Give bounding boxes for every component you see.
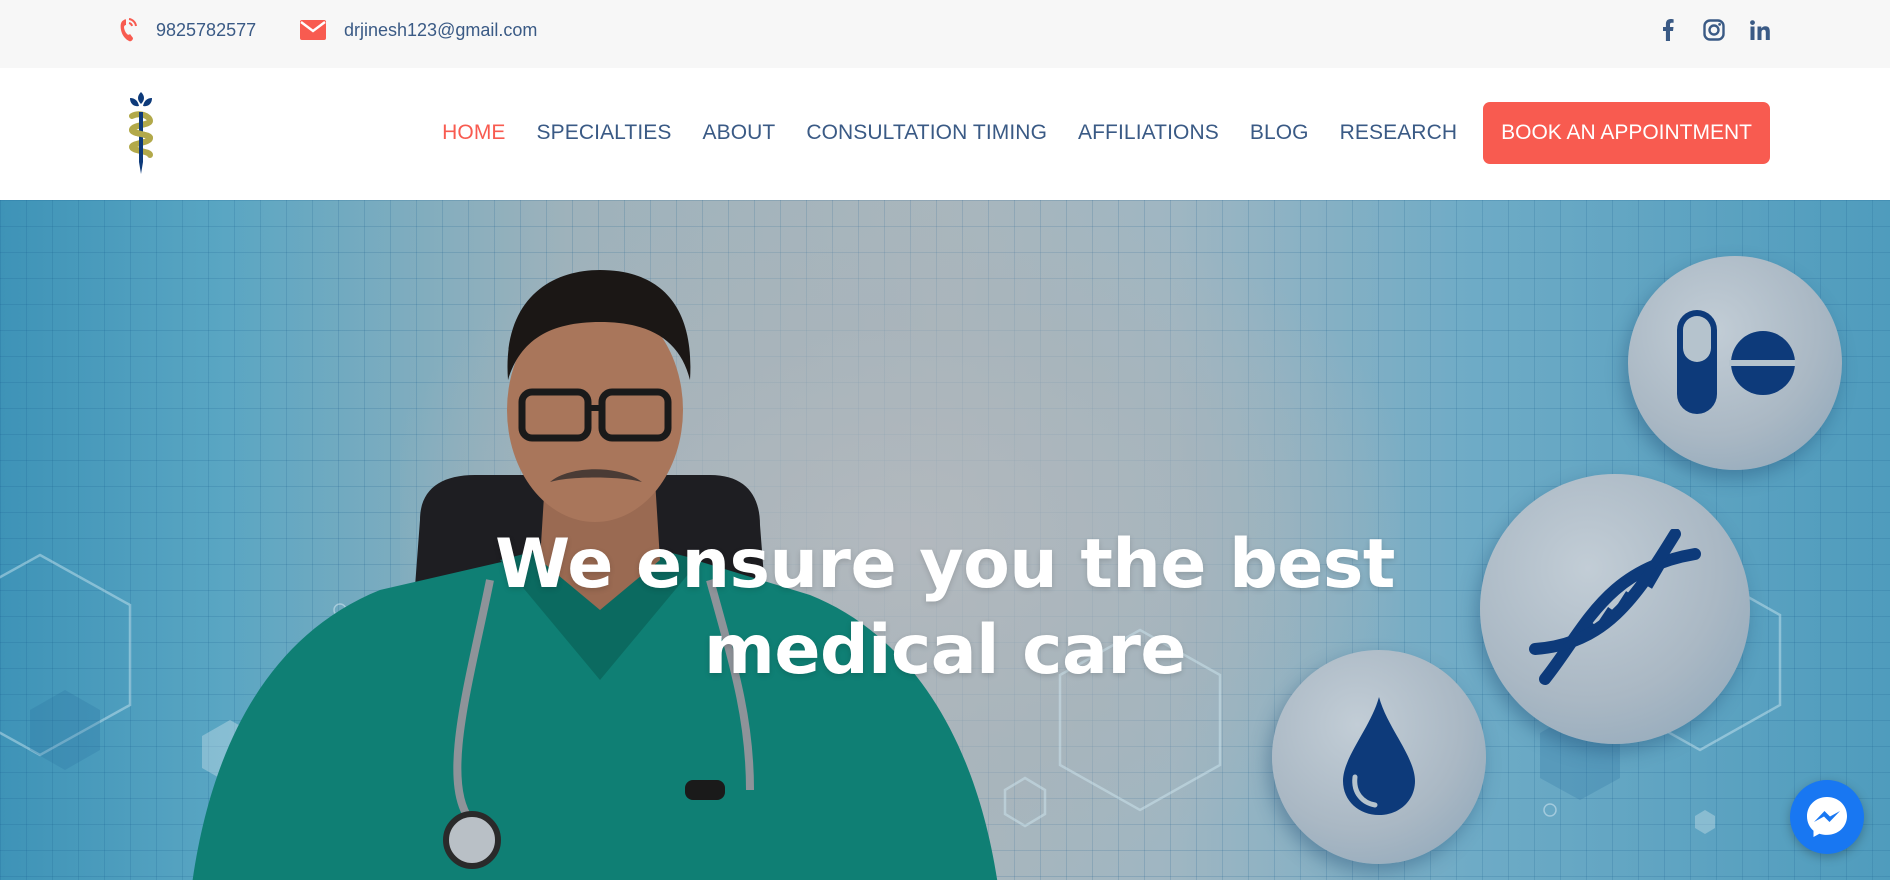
pill-bubble xyxy=(1628,256,1842,470)
blood-drop-icon xyxy=(1343,697,1415,815)
hero-headline-line-2: medical care xyxy=(704,611,1187,690)
nav-affiliations[interactable]: AFFILIATIONS xyxy=(1078,121,1219,145)
instagram-icon[interactable] xyxy=(1702,18,1726,42)
facebook-icon[interactable] xyxy=(1656,18,1680,42)
nav-blog[interactable]: BLOG xyxy=(1250,121,1309,145)
main-navigation: HOME SPECIALTIES ABOUT CONSULTATION TIMI… xyxy=(442,102,1770,164)
phone-icon xyxy=(120,18,137,42)
dna-bubble xyxy=(1480,474,1750,744)
nav-home[interactable]: HOME xyxy=(442,121,505,145)
hero-banner: We ensure you the best medical care xyxy=(0,200,1890,880)
site-logo[interactable] xyxy=(124,92,158,174)
dna-icon xyxy=(1529,529,1701,685)
phone-number: 9825782577 xyxy=(156,19,257,40)
top-contact-bar: 9825782577 drjinesh123@gmail.com xyxy=(0,0,1890,68)
envelope-icon xyxy=(300,20,326,40)
messenger-chat-button[interactable] xyxy=(1790,780,1864,854)
email-address: drjinesh123@gmail.com xyxy=(344,19,538,40)
book-appointment-button[interactable]: BOOK AN APPOINTMENT xyxy=(1483,102,1770,164)
messenger-icon xyxy=(1807,797,1847,837)
social-links xyxy=(1656,0,1772,60)
blood-drop-bubble xyxy=(1272,650,1486,864)
email-contact[interactable]: drjinesh123@gmail.com xyxy=(300,0,537,60)
nav-research[interactable]: RESEARCH xyxy=(1340,121,1458,145)
nav-specialties[interactable]: SPECIALTIES xyxy=(537,121,672,145)
hero-headline-line-1: We ensure you the best xyxy=(495,525,1395,604)
site-header: HOME SPECIALTIES ABOUT CONSULTATION TIMI… xyxy=(0,68,1890,200)
nav-consultation-timing[interactable]: CONSULTATION TIMING xyxy=(806,121,1047,145)
linkedin-icon[interactable] xyxy=(1748,18,1772,42)
pill-icon xyxy=(1677,310,1795,414)
phone-contact[interactable]: 9825782577 xyxy=(118,0,256,60)
nav-about[interactable]: ABOUT xyxy=(702,121,775,145)
